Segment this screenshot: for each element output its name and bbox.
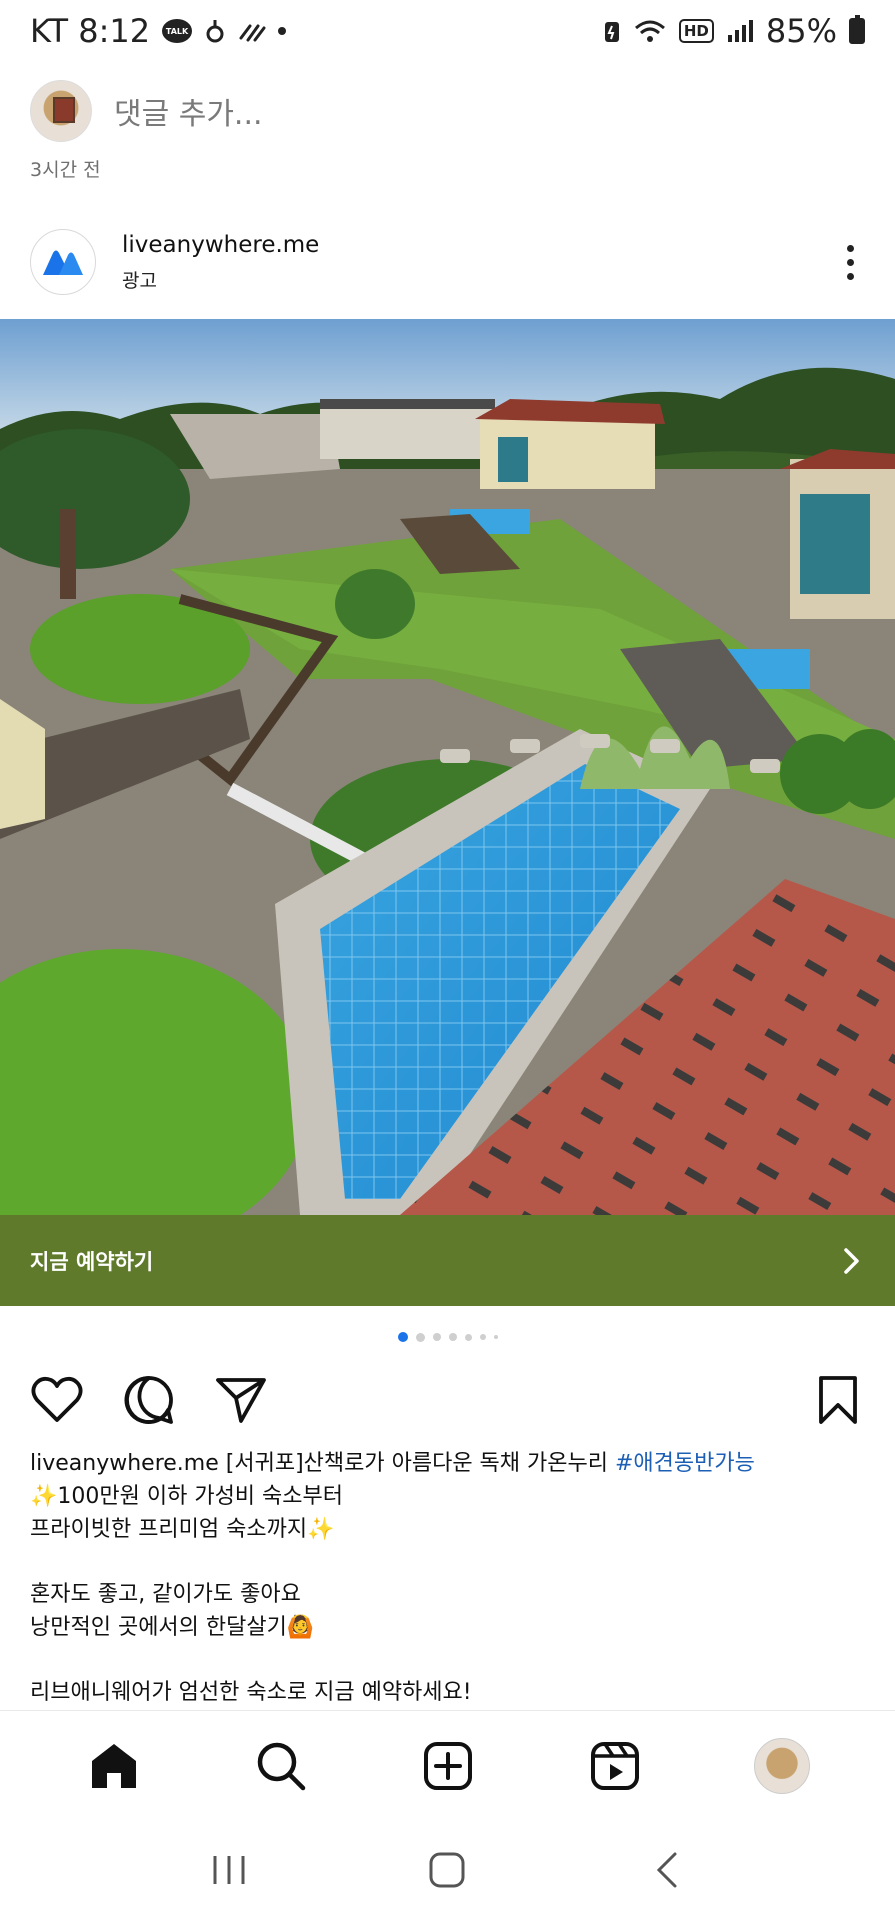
back-icon bbox=[656, 1852, 677, 1887]
system-navigation bbox=[0, 1820, 895, 1919]
comment-input[interactable]: 댓글 추가... bbox=[114, 89, 263, 133]
caption-username[interactable]: liveanywhere.me bbox=[30, 1451, 219, 1476]
caption-line: ✨100만원 이하 가성비 숙소부터 bbox=[30, 1484, 344, 1509]
chevron-right-icon bbox=[839, 1247, 865, 1274]
status-left: KT 8:12 TALK bbox=[30, 12, 287, 50]
more-dot-icon bbox=[846, 272, 854, 280]
like-button[interactable] bbox=[30, 1373, 84, 1427]
sync-icon bbox=[238, 20, 266, 42]
post-actions bbox=[30, 1370, 865, 1430]
notification-icon bbox=[204, 18, 226, 44]
post-header: liveanywhere.me 광고 bbox=[30, 228, 865, 296]
liveanywhere-logo-icon bbox=[43, 250, 83, 275]
caption-line: 낭만적인 곳에서의 한달살기🙆 bbox=[30, 1615, 315, 1640]
status-right: HD 85% bbox=[603, 12, 865, 50]
home-system-button[interactable] bbox=[412, 1840, 482, 1900]
profile-avatar bbox=[753, 1737, 810, 1794]
caption-hashtag[interactable]: #애견동반가능 bbox=[615, 1451, 755, 1476]
add-comment-row[interactable]: 댓글 추가... bbox=[30, 78, 865, 144]
caption-line: 프라이빗한 프리미엄 숙소까지✨ bbox=[30, 1517, 335, 1542]
caption-line bbox=[30, 1644, 865, 1676]
post-time-ago: 3시간 전 bbox=[30, 159, 101, 181]
hd-voice-icon: HD bbox=[678, 19, 714, 43]
comment-button[interactable] bbox=[122, 1373, 176, 1427]
caption-line: 혼자도 좋고, 같이가도 좋아요 bbox=[30, 1582, 301, 1607]
user-avatar[interactable] bbox=[30, 80, 92, 142]
battery-icon bbox=[849, 15, 865, 44]
home-button-icon bbox=[429, 1852, 465, 1887]
save-button[interactable] bbox=[811, 1373, 865, 1427]
caption-headline: liveanywhere.me [서귀포]산책로가 아름다운 독채 가온누리 #… bbox=[30, 1447, 865, 1480]
carousel-dot-active bbox=[397, 1332, 408, 1342]
signal-icon bbox=[726, 18, 754, 44]
carousel-dot bbox=[493, 1335, 498, 1339]
nav-profile-button[interactable] bbox=[747, 1731, 817, 1801]
carousel-dot bbox=[464, 1333, 472, 1341]
search-icon bbox=[257, 1742, 305, 1790]
battery-saver-icon bbox=[603, 18, 621, 44]
bookmark-icon bbox=[819, 1376, 857, 1424]
recents-button[interactable] bbox=[194, 1840, 264, 1900]
send-icon bbox=[216, 1378, 266, 1423]
sponsored-label: 광고 bbox=[122, 269, 157, 292]
battery-percent: 85% bbox=[765, 12, 837, 50]
more-dot-icon bbox=[846, 258, 854, 266]
carousel-indicator bbox=[0, 1332, 895, 1342]
carousel-dot bbox=[415, 1332, 425, 1342]
recents-icon bbox=[213, 1855, 245, 1884]
share-button[interactable] bbox=[214, 1373, 268, 1427]
home-icon bbox=[91, 1743, 136, 1788]
book-now-button[interactable]: 지금 예약하기 bbox=[0, 1215, 895, 1306]
status-bar: KT 8:12 TALK HD 85% bbox=[0, 0, 895, 62]
post-username[interactable]: liveanywhere.me bbox=[122, 232, 319, 258]
post-photo[interactable] bbox=[0, 319, 895, 1215]
nav-create-button[interactable] bbox=[413, 1731, 483, 1801]
carousel-dot bbox=[432, 1333, 441, 1341]
reels-icon bbox=[590, 1741, 639, 1790]
post-caption: liveanywhere.me [서귀포]산책로가 아름다운 독채 가온누리 #… bbox=[30, 1447, 865, 1709]
brand-avatar[interactable] bbox=[30, 229, 96, 295]
nav-reels-button[interactable] bbox=[580, 1731, 650, 1801]
post-header-text: liveanywhere.me 광고 bbox=[122, 232, 319, 293]
nav-search-button[interactable] bbox=[246, 1731, 316, 1801]
caption-title: [서귀포]산책로가 아름다운 독채 가온누리 bbox=[225, 1451, 608, 1476]
carousel-dot bbox=[448, 1333, 457, 1341]
comment-icon bbox=[124, 1376, 173, 1424]
create-icon bbox=[423, 1741, 472, 1790]
kakaotalk-icon: TALK bbox=[162, 19, 193, 43]
carousel-dot bbox=[479, 1334, 486, 1340]
wifi-icon bbox=[633, 18, 667, 44]
nav-home-button[interactable] bbox=[79, 1731, 149, 1801]
more-notifications-icon bbox=[278, 27, 287, 35]
caption-line: 리브애니웨어가 엄선한 숙소로 지금 예약하세요! bbox=[30, 1680, 472, 1705]
caption-line bbox=[30, 1546, 865, 1578]
bottom-navigation bbox=[0, 1710, 895, 1820]
carrier-time: KT 8:12 bbox=[30, 12, 151, 50]
heart-icon bbox=[31, 1376, 83, 1422]
more-options-button[interactable] bbox=[835, 237, 865, 287]
back-button[interactable] bbox=[631, 1840, 701, 1900]
book-now-label: 지금 예약하기 bbox=[30, 1249, 154, 1274]
more-dot-icon bbox=[846, 244, 854, 252]
